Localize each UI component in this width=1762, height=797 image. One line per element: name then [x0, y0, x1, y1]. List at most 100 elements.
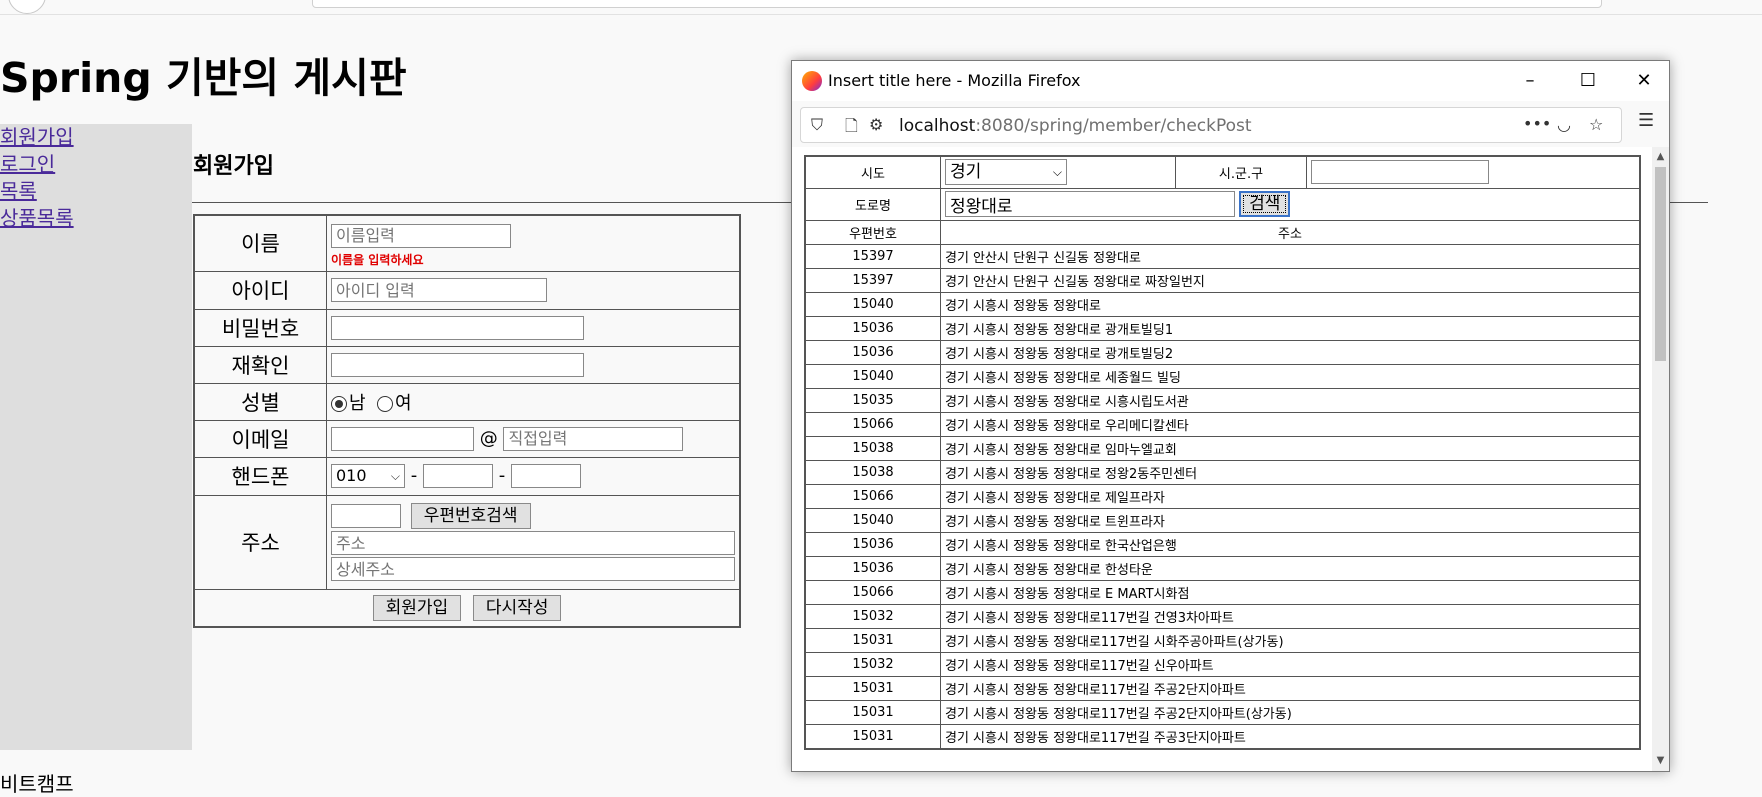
row-address-link[interactable]: 경기 시흥시 정왕동 정왕대로 우리메디칼센타 — [940, 411, 1641, 437]
menu-icon[interactable]: ☰ — [1638, 110, 1654, 131]
row-address-link[interactable]: 경기 시흥시 정왕동 정왕대로117번길 시화주공아파트(상가동) — [940, 627, 1641, 653]
popup-content: 시도 경기⌵ 시.군.구 도로명 검색 우편번호 주소 153 — [792, 147, 1652, 771]
row-zipcode: 15066 — [804, 411, 941, 437]
popup-navbar: ⛉ 🗋 ⚙ localhost:8080/spring/member/check… — [792, 101, 1669, 147]
row-address-link[interactable]: 경기 시흥시 정왕동 정왕대로 정왕2동주민센터 — [940, 459, 1641, 485]
table-row[interactable]: 15038 경기 시흥시 정왕동 정왕대로 임마누엘교회 — [804, 435, 1641, 461]
row-address-link[interactable]: 경기 시흥시 정왕동 정왕대로 세종월드 빌딩 — [940, 363, 1641, 389]
browser-button-fragment[interactable] — [8, 0, 46, 14]
row-zipcode: 15036 — [804, 555, 941, 581]
address-label: 주소 — [193, 494, 327, 590]
zipcode-search-button[interactable]: 우편번호검색 — [410, 503, 531, 529]
row-address-link[interactable]: 경기 시흥시 정왕동 정왕대로117번길 주공2단지아파트 — [940, 675, 1641, 701]
row-address-link[interactable]: 경기 안산시 단원구 신길동 정왕대로 — [940, 243, 1641, 269]
row-address-link[interactable]: 경기 시흥시 정왕동 정왕대로 임마누엘교회 — [940, 435, 1641, 461]
email-domain-input[interactable] — [503, 426, 684, 451]
row-address-link[interactable]: 경기 시흥시 정왕동 정왕대로 제일프라자 — [940, 483, 1641, 509]
password-confirm-input[interactable] — [331, 352, 584, 377]
row-address-link[interactable]: 경기 시흥시 정왕동 정왕대로 E MART시화점 — [940, 579, 1641, 605]
row-address-link[interactable]: 경기 시흥시 정왕동 정왕대로 시흥시립도서관 — [940, 387, 1641, 413]
table-row[interactable]: 15066 경기 시흥시 정왕동 정왕대로 E MART시화점 — [804, 579, 1641, 605]
email-id-input[interactable] — [331, 426, 474, 451]
password-input[interactable] — [331, 315, 584, 340]
table-row[interactable]: 15397 경기 안산시 단원구 신길동 정왕대로 — [804, 243, 1641, 269]
table-row[interactable]: 15036 경기 시흥시 정왕동 정왕대로 한국산업은행 — [804, 531, 1641, 557]
sido-select[interactable]: 경기 ⌵ — [945, 159, 1067, 186]
search-button[interactable]: 검색 — [1239, 191, 1291, 217]
table-row[interactable]: 15066 경기 시흥시 정왕동 정왕대로 제일프라자 — [804, 483, 1641, 509]
popup-url-bar[interactable]: ⛉ 🗋 ⚙ localhost:8080/spring/member/check… — [800, 107, 1622, 143]
address-detail-input[interactable] — [331, 557, 735, 581]
close-icon[interactable]: ✕ — [1622, 67, 1666, 95]
table-row[interactable]: 15031 경기 시흥시 정왕동 정왕대로117번길 시화주공아파트(상가동) — [804, 627, 1641, 653]
table-row[interactable]: 15036 경기 시흥시 정왕동 정왕대로 광개토빌딩1 — [804, 315, 1641, 341]
table-row[interactable]: 15038 경기 시흥시 정왕동 정왕대로 정왕2동주민센터 — [804, 459, 1641, 485]
row-zipcode: 15031 — [804, 699, 941, 725]
table-row[interactable]: 15036 경기 시흥시 정왕동 정왕대로 광개토빌딩2 — [804, 339, 1641, 365]
table-row[interactable]: 15040 경기 시흥시 정왕동 정왕대로 세종월드 빌딩 — [804, 363, 1641, 389]
gender-male-radio[interactable] — [331, 395, 347, 412]
table-row[interactable]: 15032 경기 시흥시 정왕동 정왕대로117번길 건영3차아파트 — [804, 603, 1641, 629]
row-address-link[interactable]: 경기 시흥시 정왕동 정왕대로 트윈프라자 — [940, 507, 1641, 533]
row-address-link[interactable]: 경기 시흥시 정왕동 정왕대로 한성타운 — [940, 555, 1641, 581]
row-address-link[interactable]: 경기 시흥시 정왕동 정왕대로 광개토빌딩2 — [940, 339, 1641, 365]
row-address-link[interactable]: 경기 시흥시 정왕동 정왕대로117번길 신우아파트 — [940, 651, 1641, 677]
join-form: 이름 이름을 입력하세요 아이디 비밀번호 재확인 성별 남 여 이메일 — [193, 214, 741, 628]
sidebar-item-login[interactable]: 로그인 — [0, 151, 192, 178]
phone-prefix-select[interactable]: 010 ⌵ — [331, 464, 405, 488]
permissions-icon[interactable]: ⚙ — [869, 115, 883, 134]
sidebar-item-list[interactable]: 목록 — [0, 178, 192, 205]
popup-url[interactable]: localhost:8080/spring/member/checkPost — [899, 116, 1252, 136]
table-row[interactable]: 15032 경기 시흥시 정왕동 정왕대로117번길 신우아파트 — [804, 651, 1641, 677]
table-row[interactable]: 15031 경기 시흥시 정왕동 정왕대로117번길 주공2단지아파트(상가동) — [804, 699, 1641, 725]
id-input[interactable] — [331, 278, 547, 302]
row-address-link[interactable]: 경기 시흥시 정왕동 정왕대로 — [940, 291, 1641, 317]
name-label: 이름 — [193, 214, 327, 272]
table-row[interactable]: 15031 경기 시흥시 정왕동 정왕대로117번길 주공2단지아파트 — [804, 675, 1641, 701]
minimize-icon[interactable]: – — [1508, 67, 1552, 95]
sidebar-item-products[interactable]: 상품목록 — [0, 205, 192, 232]
sidebar-item-join[interactable]: 회원가입 — [0, 124, 192, 151]
zipcode-input[interactable] — [331, 504, 401, 528]
table-row[interactable]: 15397 경기 안산시 단원구 신길동 정왕대로 짜장일번지 — [804, 267, 1641, 293]
shield-icon[interactable]: ⛉ — [811, 115, 823, 135]
maximize-icon[interactable]: ☐ — [1566, 67, 1610, 95]
row-address-link[interactable]: 경기 시흥시 정왕동 정왕대로117번길 건영3차아파트 — [940, 603, 1641, 629]
email-cell: @ — [326, 419, 741, 458]
phone-last-input[interactable] — [510, 464, 581, 488]
phone-dash-2: - — [498, 465, 506, 486]
id-cell — [326, 270, 741, 310]
more-icon[interactable]: ••• — [1523, 114, 1551, 133]
road-input[interactable] — [945, 191, 1235, 217]
scrollbar-thumb[interactable] — [1655, 167, 1666, 361]
star-icon[interactable]: ☆ — [1589, 115, 1603, 134]
submit-button[interactable]: 회원가입 — [372, 594, 462, 621]
row-address-link[interactable]: 경기 시흥시 정왕동 정왕대로117번길 주공2단지아파트(상가동) — [940, 699, 1641, 725]
row-address-link[interactable]: 경기 안산시 단원구 신길동 정왕대로 짜장일번지 — [940, 267, 1641, 293]
scroll-down-icon[interactable]: ▼ — [1652, 753, 1669, 769]
table-row[interactable]: 15036 경기 시흥시 정왕동 정왕대로 한성타운 — [804, 555, 1641, 581]
name-input[interactable] — [331, 223, 511, 248]
address-input[interactable] — [331, 531, 735, 555]
row-zipcode: 15397 — [804, 243, 941, 269]
gender-female-radio[interactable] — [377, 395, 394, 412]
row-address-link[interactable]: 경기 시흥시 정왕동 정왕대로 한국산업은행 — [940, 531, 1641, 557]
scroll-up-icon[interactable]: ▲ — [1652, 149, 1669, 165]
col-zip-header: 우편번호 — [804, 219, 941, 245]
reset-button[interactable]: 다시작성 — [472, 594, 562, 621]
popup-scrollbar[interactable]: ▲ ▼ — [1652, 147, 1669, 771]
email-at-sign: @ — [479, 427, 498, 449]
table-row[interactable]: 15040 경기 시흥시 정왕동 정왕대로 트윈프라자 — [804, 507, 1641, 533]
pocket-icon[interactable]: ◡ — [1557, 115, 1571, 134]
browser-url-bar-fragment[interactable] — [312, 0, 1602, 8]
phone-prefix-value: 010 — [336, 466, 367, 485]
sigungu-input[interactable] — [1311, 160, 1489, 185]
table-row[interactable]: 15035 경기 시흥시 정왕동 정왕대로 시흥시립도서관 — [804, 387, 1641, 413]
table-row[interactable]: 15066 경기 시흥시 정왕동 정왕대로 우리메디칼센타 — [804, 411, 1641, 437]
row-address-link[interactable]: 경기 시흥시 정왕동 정왕대로117번길 주공3단지아파트 — [940, 723, 1641, 749]
phone-middle-input[interactable] — [422, 464, 493, 488]
table-row[interactable]: 15031 경기 시흥시 정왕동 정왕대로117번길 주공3단지아파트 — [804, 723, 1641, 749]
table-row[interactable]: 15040 경기 시흥시 정왕동 정왕대로 — [804, 291, 1641, 317]
row-zipcode: 15036 — [804, 339, 941, 365]
row-address-link[interactable]: 경기 시흥시 정왕동 정왕대로 광개토빌딩1 — [940, 315, 1641, 341]
